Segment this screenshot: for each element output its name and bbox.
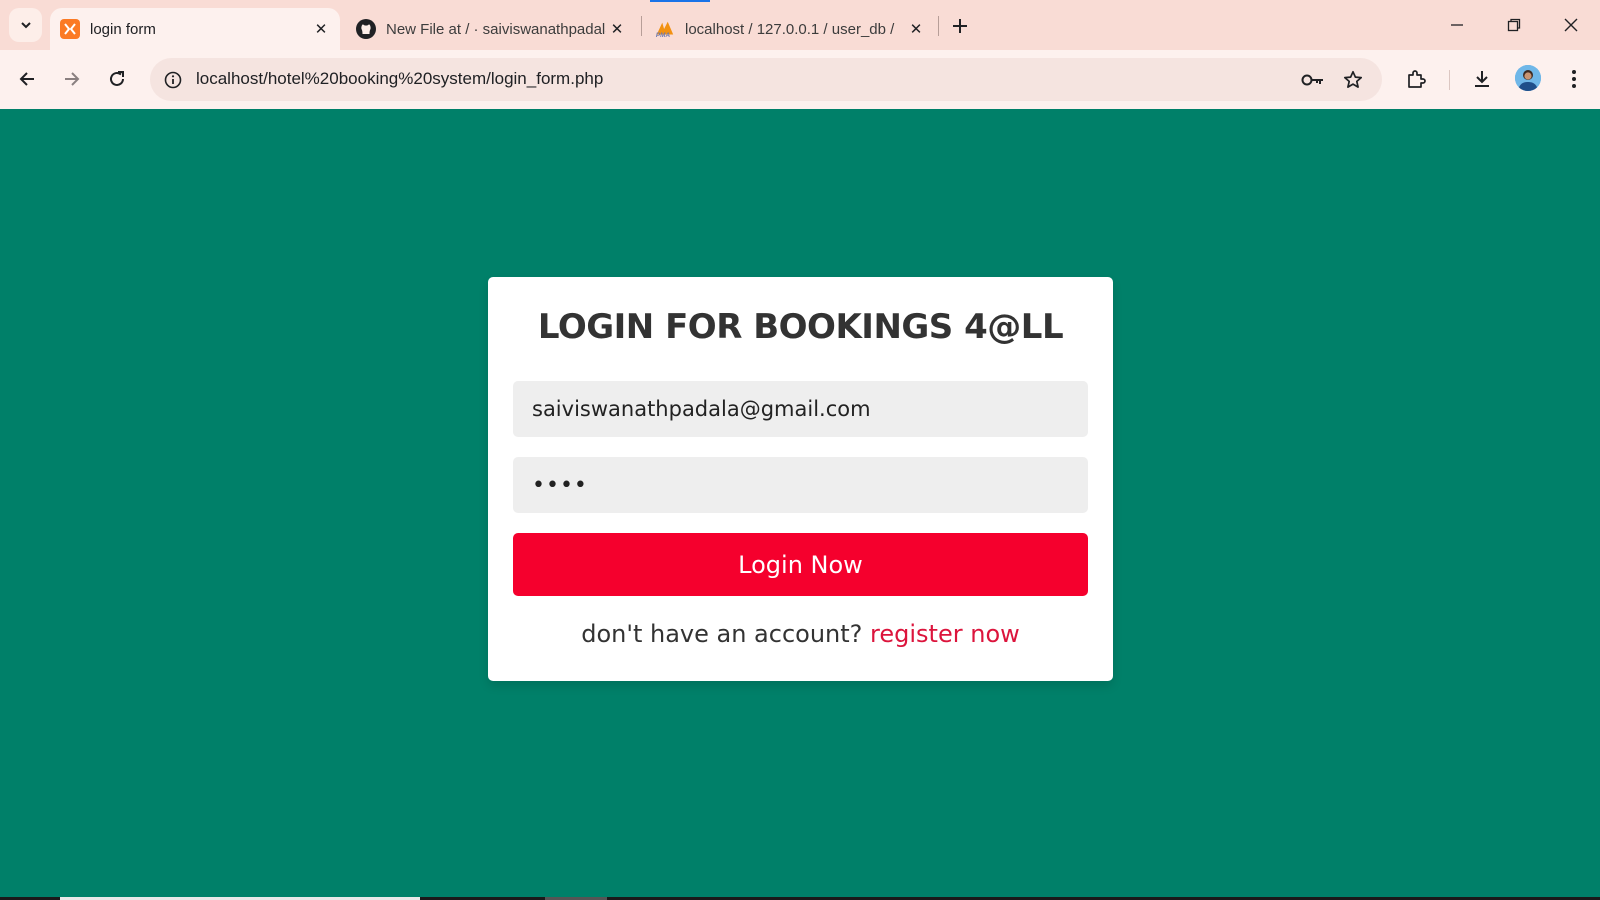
register-link[interactable]: register now [870,620,1020,648]
more-vertical-icon [1572,70,1576,88]
close-icon[interactable]: ✕ [905,18,927,40]
avatar[interactable] [1515,65,1541,91]
close-icon [1564,18,1578,32]
back-button[interactable] [10,62,44,96]
arrow-right-icon [65,72,80,86]
minimize-button[interactable] [1437,8,1477,42]
email-field[interactable] [513,381,1088,437]
tab-strip: login form ✕ New File at / · saiviswanat… [0,0,1600,50]
toolbar-separator [1449,70,1450,90]
tab-title: login form [90,20,156,38]
reload-icon [110,71,124,86]
forward-button[interactable] [55,62,89,96]
bookmark-star-icon[interactable] [1340,67,1366,93]
tab-loading-indicator [650,0,710,2]
download-icon [1475,71,1489,87]
menu-button[interactable] [1557,62,1591,96]
login-card: LOGIN FOR BOOKINGS 4@LL Login Now don't … [488,277,1113,681]
tab-separator [938,16,939,36]
login-button[interactable]: Login Now [513,533,1088,596]
github-icon [356,19,376,39]
tab-separator [641,16,642,36]
site-info-icon[interactable] [160,67,186,93]
reload-button[interactable] [100,62,134,96]
tab-github[interactable]: New File at / · saiviswanathpadala ✕ [346,8,636,50]
tab-phpmyadmin[interactable]: PMA localhost / 127.0.0.1 / user_db / ✕ [645,8,935,50]
tab-search-button[interactable] [9,8,42,42]
address-bar[interactable]: localhost/hotel%20booking%20system/login… [150,58,1382,101]
tab-title: localhost / 127.0.0.1 / user_db / [685,20,895,38]
url-text[interactable]: localhost/hotel%20booking%20system/login… [196,69,603,89]
close-icon[interactable]: ✕ [310,18,332,40]
page-title: LOGIN FOR BOOKINGS 4@LL [537,307,1064,347]
password-key-icon[interactable] [1300,67,1326,93]
close-icon[interactable]: ✕ [606,18,628,40]
new-tab-button[interactable] [946,12,974,40]
register-prompt: don't have an account? [581,620,863,648]
register-prompt-line: don't have an account? register now [488,620,1113,648]
plus-icon [953,19,967,33]
password-field[interactable] [513,457,1088,513]
chevron-down-icon [20,22,31,29]
tab-title: New File at / · saiviswanathpadala [386,20,606,38]
extensions-button[interactable] [1399,62,1433,96]
arrow-left-icon [19,72,34,86]
phpmyadmin-icon: PMA [655,19,675,39]
tab-login-form[interactable]: login form ✕ [50,8,340,50]
close-window-button[interactable] [1551,8,1591,42]
restore-button[interactable] [1494,8,1534,42]
svg-text:PMA: PMA [656,32,671,39]
browser-toolbar: localhost/hotel%20booking%20system/login… [0,50,1600,109]
xampp-icon [60,19,80,39]
puzzle-icon [1408,70,1426,88]
restore-icon [1507,18,1521,32]
minimize-icon [1451,24,1463,26]
downloads-button[interactable] [1465,62,1499,96]
